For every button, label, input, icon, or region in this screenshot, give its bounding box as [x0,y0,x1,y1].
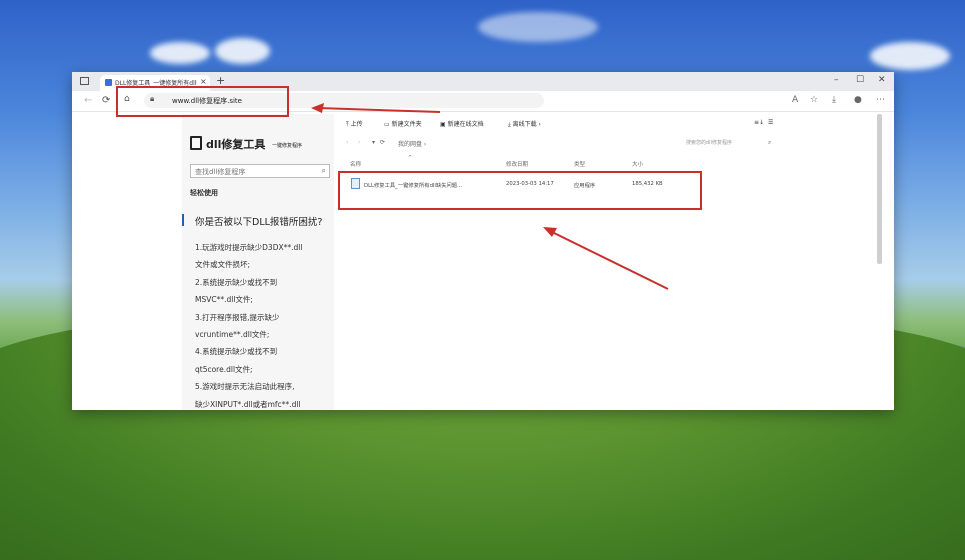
annotation-arrows [311,103,669,290]
file-arrow [549,230,669,290]
url-arrow-head [311,103,324,113]
url-arrow [317,107,441,113]
file-arrow-head [543,227,557,237]
